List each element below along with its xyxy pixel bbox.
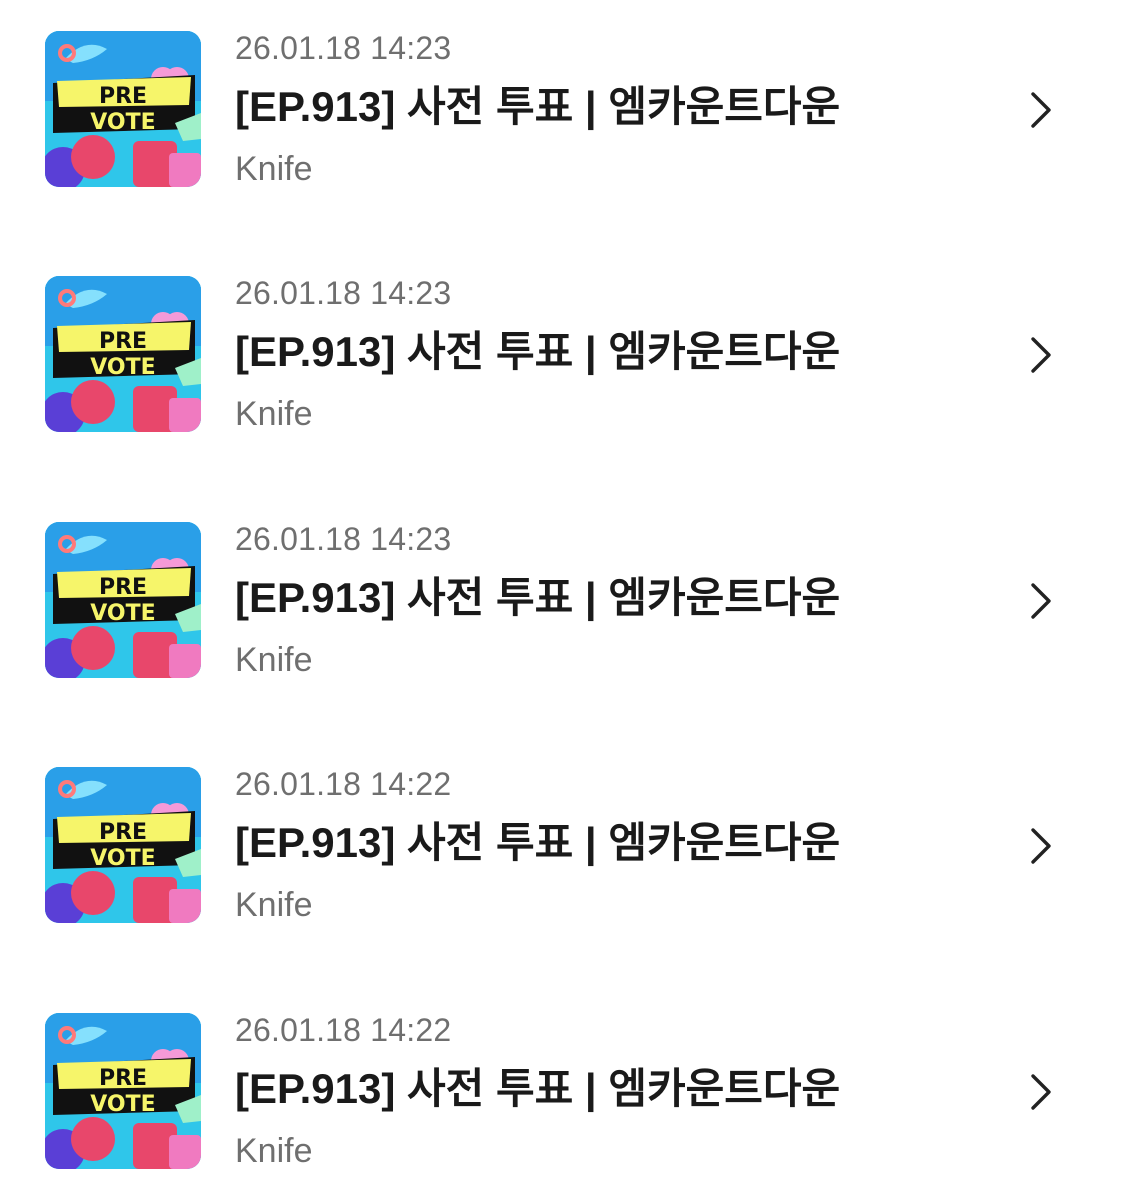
vote-list-item[interactable]: PRE VOTE 26.01.18 14:23 [EP.913] 사전 투표 |… [0,491,1122,691]
vote-title: [EP.913] 사전 투표 | 엠카운트다운 [235,328,841,375]
vote-list-item[interactable]: PRE VOTE 26.01.18 14:22 [EP.913] 사전 투표 |… [0,982,1122,1182]
vote-list-item[interactable]: PRE VOTE 26.01.18 14:23 [EP.913] 사전 투표 |… [0,0,1122,200]
thumb-pre-text: PRE [99,1066,147,1091]
vote-timestamp: 26.01.18 14:23 [235,275,452,311]
thumb-pre-text: PRE [99,575,147,600]
chevron-right-icon[interactable] [1022,1070,1058,1114]
thumb-pre-text: PRE [99,820,147,845]
chevron-right-icon[interactable] [1022,579,1058,623]
thumb-vote-text: VOTE [90,601,155,626]
chevron-right-icon[interactable] [1022,333,1058,377]
vote-title: [EP.913] 사전 투표 | 엠카운트다운 [235,574,841,621]
vote-author: Knife [235,641,313,679]
vote-list-item[interactable]: PRE VOTE 26.01.18 14:23 [EP.913] 사전 투표 |… [0,245,1122,445]
prevote-thumbnail: PRE VOTE [45,767,201,923]
vote-timestamp: 26.01.18 14:22 [235,766,452,802]
vote-author: Knife [235,886,313,924]
vote-title: [EP.913] 사전 투표 | 엠카운트다운 [235,819,841,866]
thumb-pre-text: PRE [99,329,147,354]
prevote-thumbnail: PRE VOTE [45,276,201,432]
vote-timestamp: 26.01.18 14:22 [235,1012,452,1048]
thumb-vote-text: VOTE [90,110,155,135]
prevote-thumbnail: PRE VOTE [45,31,201,187]
vote-author: Knife [235,150,313,188]
thumb-vote-text: VOTE [90,846,155,871]
thumb-vote-text: VOTE [90,355,155,380]
vote-list-item[interactable]: PRE VOTE 26.01.18 14:22 [EP.913] 사전 투표 |… [0,736,1122,936]
prevote-thumbnail: PRE VOTE [45,1013,201,1169]
vote-author: Knife [235,1132,313,1170]
vote-title: [EP.913] 사전 투표 | 엠카운트다운 [235,1065,841,1112]
chevron-right-icon[interactable] [1022,824,1058,868]
prevote-thumbnail: PRE VOTE [45,522,201,678]
vote-author: Knife [235,395,313,433]
vote-title: [EP.913] 사전 투표 | 엠카운트다운 [235,83,841,130]
vote-timestamp: 26.01.18 14:23 [235,30,452,66]
thumb-pre-text: PRE [99,84,147,109]
thumb-vote-text: VOTE [90,1092,155,1117]
vote-timestamp: 26.01.18 14:23 [235,521,452,557]
chevron-right-icon[interactable] [1022,88,1058,132]
